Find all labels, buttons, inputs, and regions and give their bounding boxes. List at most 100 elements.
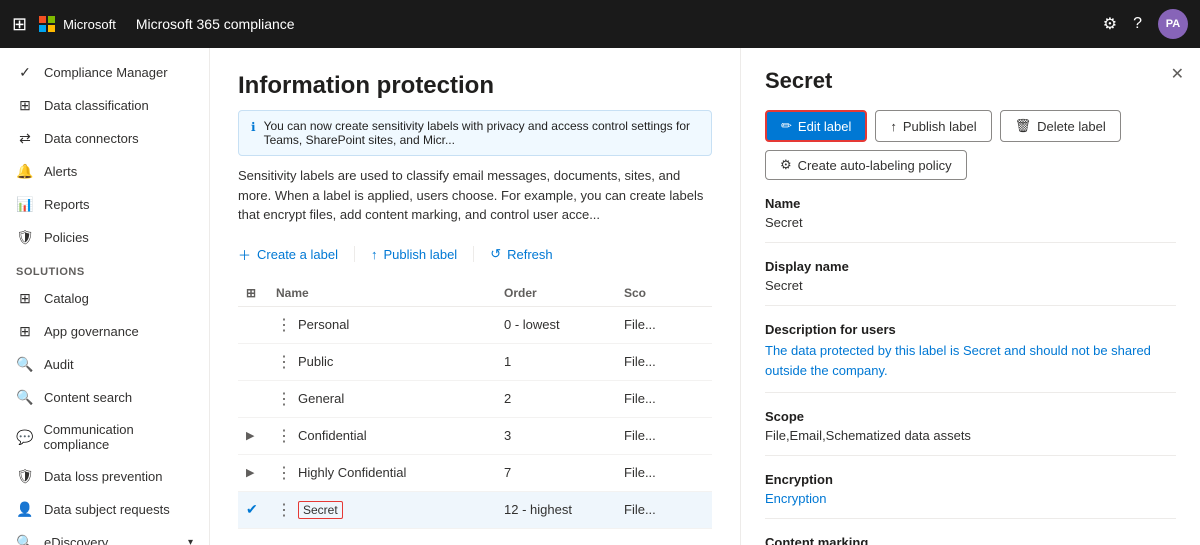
delete-label-button[interactable]: 🗑 Delete label xyxy=(1000,110,1121,142)
content-search-icon: 🔍 xyxy=(16,389,34,406)
sidebar-item-policies[interactable]: 🛡 Policies xyxy=(0,221,209,254)
sidebar: ✓ Compliance Manager ⊞ Data classificati… xyxy=(0,48,210,545)
publish-label-panel-button[interactable]: ↑ Publish label xyxy=(875,110,991,142)
panel-displayname-section: Display name Secret xyxy=(765,259,1176,306)
publish-label-button[interactable]: ↑ Publish label xyxy=(371,243,457,266)
table-header: ⊞ Name Order Sco xyxy=(238,280,712,307)
publish-icon: ↑ xyxy=(890,119,897,134)
expand-icon[interactable]: ▶ xyxy=(246,466,276,479)
app-governance-icon: ⊞ xyxy=(16,323,34,340)
table-row[interactable]: ⋮ General 2 File... xyxy=(238,381,712,418)
sidebar-item-data-connectors[interactable]: ⇄ Data connectors xyxy=(0,122,209,155)
table-row[interactable]: ⋮ Public 1 File... xyxy=(238,344,712,381)
sidebar-item-label: App governance xyxy=(44,324,139,339)
ediscovery-icon: 🔍 xyxy=(16,534,34,545)
sidebar-item-data-subject-requests[interactable]: 👤 Data subject requests xyxy=(0,493,209,526)
avatar[interactable]: PA xyxy=(1158,9,1188,39)
display-name-field-label: Display name xyxy=(765,259,1176,274)
edit-label-button[interactable]: ✏ Edit label xyxy=(765,110,867,142)
publish-icon: ↑ xyxy=(371,247,378,262)
help-icon[interactable]: ? xyxy=(1133,15,1142,33)
sidebar-item-label: Catalog xyxy=(44,291,89,306)
refresh-icon: ↺ xyxy=(490,246,501,262)
more-options-icon[interactable]: ⋮ xyxy=(276,426,292,446)
main-content: Information protection ℹ You can now cre… xyxy=(210,48,740,545)
settings-icon[interactable]: ⚙ xyxy=(1103,14,1117,34)
chevron-down-icon: ▾ xyxy=(188,537,193,545)
panel-description-section: Description for users The data protected… xyxy=(765,322,1176,393)
panel-encryption-section: Encryption Encryption xyxy=(765,472,1176,519)
sidebar-item-label: Policies xyxy=(44,230,89,245)
audit-icon: 🔍 xyxy=(16,356,34,373)
autolabel-button[interactable]: ⚙ Create auto-labeling policy xyxy=(765,150,967,180)
table-row[interactable]: ▶ ⋮ Confidential 3 File... xyxy=(238,418,712,455)
col-scope: Sco xyxy=(624,286,704,300)
labels-table: ⊞ Name Order Sco ⋮ Personal 0 - lowest F… xyxy=(238,280,712,529)
sidebar-item-data-loss-prevention[interactable]: 🛡 Data loss prevention xyxy=(0,460,209,493)
scope-field-value: File,Email,Schematized data assets xyxy=(765,428,1176,443)
description-field-label: Description for users xyxy=(765,322,1176,337)
detail-panel: ✕ Secret ✏ Edit label ↑ Publish label 🗑 … xyxy=(740,48,1200,545)
policies-icon: 🛡 xyxy=(16,229,34,246)
sidebar-item-label: Content search xyxy=(44,390,132,405)
delete-icon: 🗑 xyxy=(1015,118,1032,134)
waffle-icon[interactable]: ⊞ xyxy=(12,14,27,35)
sidebar-item-label: Data subject requests xyxy=(44,502,170,517)
description-text: Sensitivity labels are used to classify … xyxy=(238,166,712,225)
dlp-icon: 🛡 xyxy=(16,468,34,485)
topbar-right: ⚙ ? PA xyxy=(1103,9,1188,39)
compliance-manager-icon: ✓ xyxy=(16,64,34,81)
create-label-button[interactable]: ＋ Create a label xyxy=(238,241,338,268)
more-options-icon[interactable]: ⋮ xyxy=(276,315,292,335)
panel-scope-section: Scope File,Email,Schematized data assets xyxy=(765,409,1176,456)
sidebar-item-label: Alerts xyxy=(44,164,77,179)
name-field-value: Secret xyxy=(765,215,1176,230)
brand-name: Microsoft xyxy=(63,17,116,32)
plus-icon: ＋ xyxy=(238,245,251,264)
topbar: ⊞ Microsoft Microsoft 365 compliance ⚙ ?… xyxy=(0,0,1200,48)
page-title: Information protection xyxy=(238,72,712,100)
dsr-icon: 👤 xyxy=(16,501,34,518)
name-field-label: Name xyxy=(765,196,1176,211)
sidebar-item-label: Data connectors xyxy=(44,131,139,146)
reports-icon: 📊 xyxy=(16,196,34,213)
encryption-field-label: Encryption xyxy=(765,472,1176,487)
table-row[interactable]: ⋮ Personal 0 - lowest File... xyxy=(238,307,712,344)
panel-content-marking-section: Content marking xyxy=(765,535,1176,545)
expand-icon[interactable]: ▶ xyxy=(246,429,276,442)
encryption-field-value[interactable]: Encryption xyxy=(765,491,1176,506)
table-row-secret[interactable]: ✔ ⋮ Secret 12 - highest File... xyxy=(238,492,712,529)
sidebar-item-communication-compliance[interactable]: 💬 Communication compliance xyxy=(0,414,209,460)
toolbar-separator-2 xyxy=(473,246,474,262)
panel-title: Secret xyxy=(765,68,1176,94)
col-name: Name xyxy=(276,286,504,300)
sidebar-item-content-search[interactable]: 🔍 Content search xyxy=(0,381,209,414)
sidebar-item-label: Compliance Manager xyxy=(44,65,168,80)
sidebar-item-reports[interactable]: 📊 Reports xyxy=(0,188,209,221)
sidebar-item-app-governance[interactable]: ⊞ App governance xyxy=(0,315,209,348)
col-order: Order xyxy=(504,286,624,300)
table-row[interactable]: ▶ ⋮ Highly Confidential 7 File... xyxy=(238,455,712,492)
sidebar-item-catalog[interactable]: ⊞ Catalog xyxy=(0,282,209,315)
toolbar-separator xyxy=(354,246,355,262)
sidebar-item-compliance-manager[interactable]: ✓ Compliance Manager xyxy=(0,56,209,89)
sidebar-item-label: Communication compliance xyxy=(43,422,193,452)
sidebar-item-ediscovery[interactable]: 🔍 eDiscovery ▾ xyxy=(0,526,209,545)
more-options-icon[interactable]: ⋮ xyxy=(276,500,292,520)
more-options-icon[interactable]: ⋮ xyxy=(276,352,292,372)
sidebar-item-label: Audit xyxy=(44,357,74,372)
col-icon: ⊞ xyxy=(246,286,276,300)
microsoft-logo: Microsoft xyxy=(39,16,116,32)
more-options-icon[interactable]: ⋮ xyxy=(276,463,292,483)
more-options-icon[interactable]: ⋮ xyxy=(276,389,292,409)
banner-text: You can now create sensitivity labels wi… xyxy=(264,119,699,147)
refresh-button[interactable]: ↺ Refresh xyxy=(490,242,552,266)
close-panel-button[interactable]: ✕ xyxy=(1171,64,1184,84)
sidebar-item-alerts[interactable]: 🔔 Alerts xyxy=(0,155,209,188)
scope-field-label: Scope xyxy=(765,409,1176,424)
data-connectors-icon: ⇄ xyxy=(16,130,34,147)
sidebar-item-audit[interactable]: 🔍 Audit xyxy=(0,348,209,381)
alerts-icon: 🔔 xyxy=(16,163,34,180)
sidebar-item-data-classification[interactable]: ⊞ Data classification xyxy=(0,89,209,122)
check-icon: ✔ xyxy=(246,501,276,518)
